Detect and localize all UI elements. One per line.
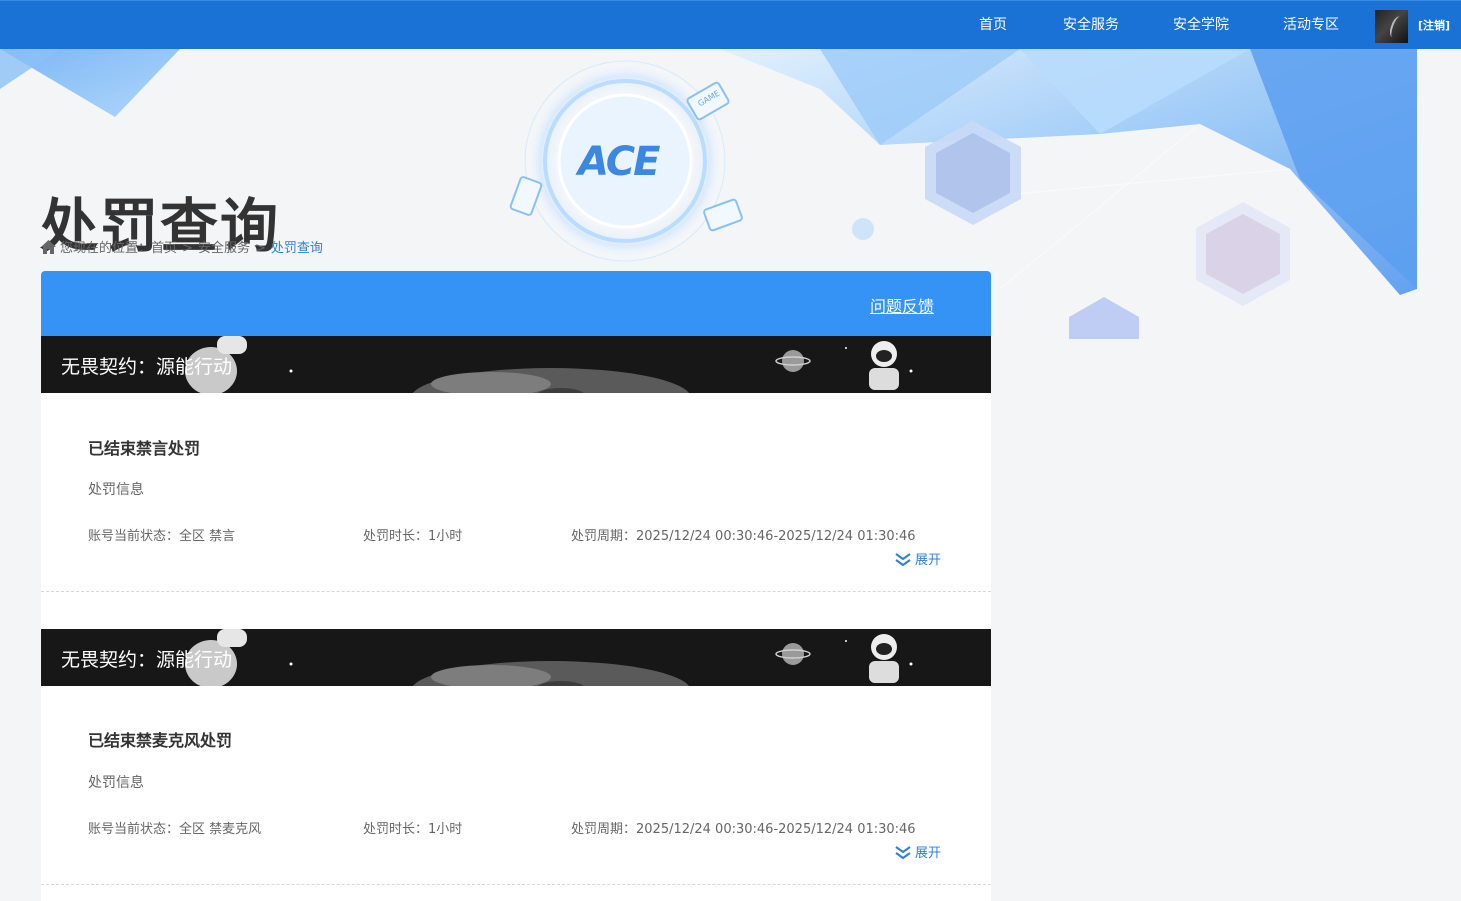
record-divider bbox=[41, 884, 991, 885]
account-status: 账号当前状态：全区 禁麦克风 bbox=[88, 822, 262, 837]
breadcrumb-home[interactable]: 首页 bbox=[151, 241, 177, 256]
expand-button[interactable]: 展开 bbox=[895, 842, 941, 861]
penalty-duration: 处罚时长：1小时 bbox=[363, 822, 463, 837]
penalty-period: 处罚周期：2025/12/24 00:30:46-2025/12/24 01:3… bbox=[571, 822, 916, 837]
penalty-period: 处罚周期：2025/12/24 00:30:46-2025/12/24 01:3… bbox=[571, 529, 916, 544]
double-chevron-down-icon bbox=[895, 553, 911, 567]
double-chevron-down-icon bbox=[895, 846, 911, 860]
ace-logo-text: ACE bbox=[578, 139, 660, 185]
avatar[interactable] bbox=[1375, 10, 1408, 43]
game-name: 无畏契约：源能行动 bbox=[61, 356, 233, 378]
account-status: 账号当前状态：全区 禁言 bbox=[88, 529, 236, 544]
home-icon bbox=[41, 240, 56, 254]
penalty-card: 问题反馈 无畏契约：源能行动 已结束禁言处罚 处罚信息 账号当前状态：全区 禁言… bbox=[41, 271, 991, 901]
breadcrumb-current: 处罚查询 bbox=[270, 241, 323, 256]
nav-item-activity-zone[interactable]: 活动专区 bbox=[1283, 1, 1339, 50]
nav-item-home[interactable]: 首页 bbox=[979, 1, 1007, 50]
breadcrumb: 您现在的位置：首页 > 安全服务 > 处罚查询 bbox=[41, 240, 323, 258]
breadcrumb-security-service[interactable]: 安全服务 bbox=[198, 241, 250, 256]
expand-label: 展开 bbox=[915, 846, 942, 861]
game-banner: 无畏契约：源能行动 bbox=[41, 336, 991, 393]
expand-label: 展开 bbox=[915, 553, 942, 568]
nav-item-security-academy[interactable]: 安全学院 bbox=[1173, 1, 1229, 50]
game-banner: 无畏契约：源能行动 bbox=[41, 629, 991, 686]
record-subtitle: 处罚信息 bbox=[88, 482, 144, 498]
record-title: 已结束禁言处罚 bbox=[88, 439, 201, 458]
logout-link[interactable]: [注销] bbox=[1418, 1, 1450, 50]
expand-button[interactable]: 展开 bbox=[895, 549, 941, 568]
nav-item-security-service[interactable]: 安全服务 bbox=[1063, 1, 1119, 50]
feedback-link[interactable]: 问题反馈 bbox=[870, 293, 934, 317]
penalty-duration: 处罚时长：1小时 bbox=[363, 529, 463, 544]
game-name: 无畏契约：源能行动 bbox=[61, 649, 233, 671]
record-title: 已结束禁麦克风处罚 bbox=[88, 731, 233, 750]
breadcrumb-separator: > bbox=[182, 241, 193, 256]
breadcrumb-prefix: 您现在的位置： bbox=[60, 241, 152, 256]
record-subtitle: 处罚信息 bbox=[88, 775, 144, 791]
record-divider bbox=[41, 591, 991, 592]
card-header: 问题反馈 bbox=[41, 271, 991, 336]
breadcrumb-separator: > bbox=[254, 241, 266, 256]
top-nav-bar: 首页 安全服务 安全学院 活动专区 [注销] bbox=[0, 0, 1461, 49]
